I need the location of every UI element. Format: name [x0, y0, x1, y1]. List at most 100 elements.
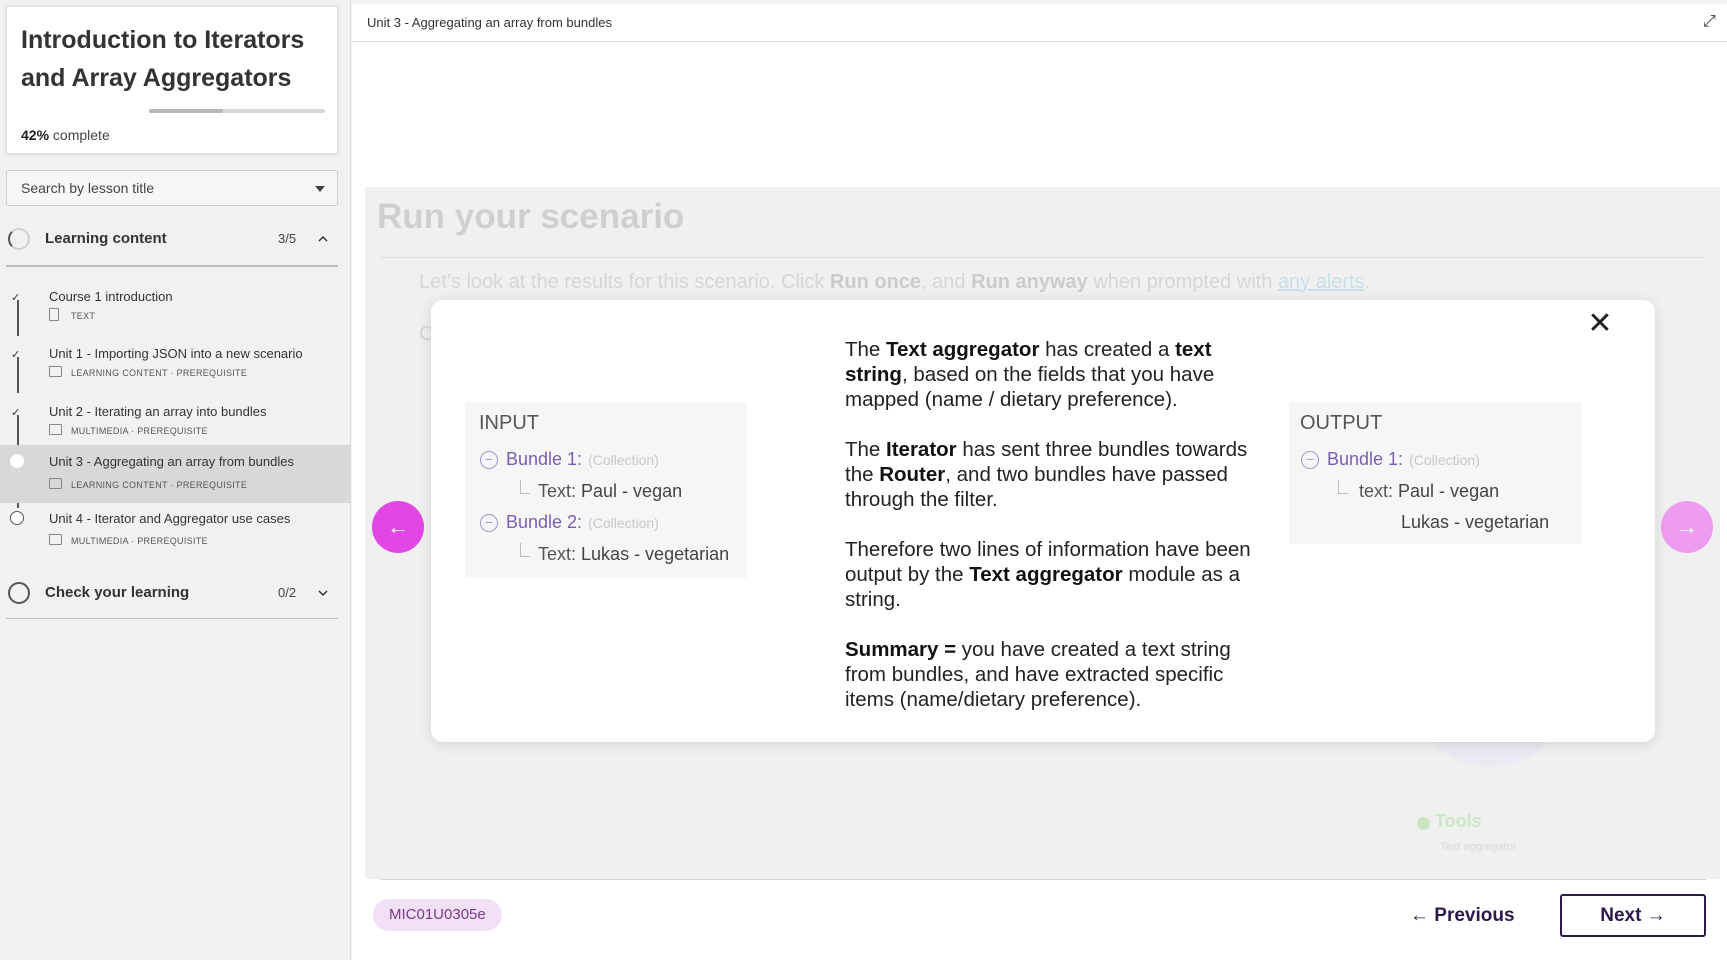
check-icon: ✓ — [11, 407, 21, 419]
lesson-search-placeholder: Search by lesson title — [21, 180, 155, 196]
collection-tag: (Collection) — [588, 515, 659, 531]
output-panel: OUTPUT − Bundle 1: (Collection) text: Paul… — [1289, 402, 1581, 544]
explanation-paragraph-1: The Text aggregator has created a text s… — [845, 337, 1255, 412]
lesson-item-unit-2[interactable]: ✓ Unit 2 - Iterating an array into bundl… — [0, 392, 351, 448]
tools-status-icon — [1417, 817, 1430, 830]
check-icon: ✓ — [11, 349, 21, 361]
lesson-topbar: Unit 3 - Aggregating an array from bundl… — [352, 4, 1727, 42]
arrow-left-icon: ← — [387, 514, 409, 539]
field-value: Paul - vegan — [1398, 481, 1500, 501]
input-bundle-2-text: Text: Lukas - vegetarian — [538, 544, 729, 565]
lesson-item-unit-1[interactable]: ✓ Unit 1 - Importing JSON into a new sce… — [0, 334, 351, 390]
instruction-part: . — [1364, 271, 1371, 293]
instruction-part: Let’s look at the results for this scena… — [419, 271, 830, 293]
lesson-meta: LEARNING CONTENT · PREREQUISITE — [71, 368, 248, 378]
field-value: Paul - vegan — [581, 481, 683, 501]
next-button[interactable]: Next → — [1560, 894, 1706, 937]
text-run-bold: Text aggregator — [969, 563, 1123, 586]
tools-label: Tools — [1435, 811, 1482, 831]
field-value: Lukas - vegetarian — [1401, 512, 1550, 532]
lesson-meta: LEARNING CONTENT · PREREQUISITE — [71, 480, 248, 490]
lesson-item-unit-3[interactable]: Unit 3 - Aggregating an array from bundl… — [0, 445, 351, 503]
multimedia-icon — [49, 424, 62, 435]
run-anyway-text: Run anyway — [971, 271, 1088, 293]
section-learning-content[interactable]: Learning content 3/5 — [6, 217, 338, 261]
previous-label: Previous — [1434, 905, 1515, 926]
text-run-bold: Summary = — [845, 638, 957, 661]
progress-ring-icon — [8, 228, 30, 250]
tree-branch — [1338, 480, 1348, 494]
text-run-bold: Iterator — [886, 438, 957, 461]
text-run-bold: Text aggregator — [886, 338, 1040, 361]
lesson-item-unit-4[interactable]: Unit 4 - Iterator and Aggregator use cas… — [0, 505, 351, 561]
input-bundle-2: − Bundle 2: (Collection) — [480, 512, 659, 533]
field-key: Text: — [538, 481, 577, 501]
text-run: The — [845, 438, 887, 461]
arrow-right-icon: → — [1676, 514, 1698, 539]
output-bundle-1-text: text: Paul - vegan — [1359, 481, 1499, 502]
output-bundle-1: − Bundle 1: (Collection) — [1301, 449, 1480, 470]
lesson-code-badge: MIC01U0305e — [373, 899, 502, 931]
collapse-icon: − — [1301, 451, 1319, 469]
bundle-label: Bundle 1: — [506, 449, 583, 469]
collection-tag: (Collection) — [588, 452, 659, 468]
explanation-paragraph-2: The Iterator has sent three bundles towa… — [845, 437, 1255, 512]
document-icon — [49, 308, 59, 321]
text-run: has created a — [1039, 338, 1176, 361]
explanation-paragraph-3: Therefore two lines of information have … — [845, 537, 1255, 612]
section-divider — [6, 618, 338, 619]
input-panel: INPUT − Bundle 1: (Collection) Text: Paul … — [465, 402, 747, 578]
section-count: 0/2 — [278, 585, 297, 600]
sidebar: Introduction to Iterators and Array Aggr… — [0, 0, 351, 960]
heading-divider — [379, 257, 1704, 258]
previous-button[interactable]: ← Previous — [1410, 900, 1550, 932]
progress-bar — [149, 109, 325, 113]
section-count: 3/5 — [278, 231, 297, 246]
any-alerts-link[interactable]: any alerts — [1278, 271, 1365, 293]
course-card: Introduction to Iterators and Array Aggr… — [6, 6, 338, 154]
progress-percent: 42% — [21, 127, 50, 143]
explanation-paragraph-4: Summary = you have created a text string… — [845, 637, 1255, 712]
incomplete-circle-icon — [10, 511, 24, 525]
arrow-left-icon: ← — [1410, 905, 1429, 926]
carousel-next-button[interactable]: → — [1661, 501, 1713, 553]
carousel-previous-button[interactable]: ← — [372, 501, 424, 553]
next-label: Next — [1600, 905, 1642, 926]
field-value: Lukas - vegetarian — [581, 544, 730, 564]
section-check-your-learning[interactable]: Check your learning 0/2 — [6, 571, 338, 615]
section-label: Check your learning — [45, 584, 190, 601]
bundle-label: Bundle 2: — [506, 512, 583, 532]
progress-suffix: complete — [52, 127, 110, 143]
lesson-title: Unit 1 - Importing JSON into a new scena… — [49, 346, 303, 361]
current-lesson-dot-icon — [10, 454, 24, 468]
chevron-down-icon — [318, 590, 328, 597]
collection-tag: (Collection) — [1409, 452, 1480, 468]
lesson-item-course-1-introduction[interactable]: ✓ Course 1 introduction TEXT — [0, 277, 351, 333]
lesson-title: Unit 4 - Iterator and Aggregator use cas… — [49, 511, 291, 526]
lesson-meta: TEXT — [71, 311, 96, 321]
breadcrumb: Unit 3 - Aggregating an array from bundl… — [367, 15, 612, 30]
progress-ring-icon — [8, 582, 30, 604]
input-bundle-1-text: Text: Paul - vegan — [538, 481, 682, 502]
lesson-search-select[interactable]: Search by lesson title — [6, 170, 338, 206]
collapse-icon: − — [480, 451, 498, 469]
section-label: Learning content — [45, 230, 167, 247]
check-icon: ✓ — [11, 292, 21, 304]
close-icon[interactable]: ✕ — [1585, 309, 1615, 340]
expand-icon[interactable]: ⤢ — [1703, 14, 1719, 30]
explanation-text: The Text aggregator has created a text s… — [845, 337, 1255, 737]
collapse-icon: − — [480, 514, 498, 532]
instruction-part: , and — [921, 271, 972, 293]
lesson-meta: MULTIMEDIA · PREREQUISITE — [71, 426, 208, 436]
text-run: The — [845, 338, 887, 361]
lesson-title: Course 1 introduction — [49, 289, 173, 304]
tools-sublabel: Text aggregator — [1440, 841, 1517, 853]
input-bundle-1: − Bundle 1: (Collection) — [480, 449, 659, 470]
lesson-meta: MULTIMEDIA · PREREQUISITE — [71, 536, 208, 546]
course-title: Introduction to Iterators and Array Aggr… — [21, 26, 305, 92]
instruction-part: when prompted with — [1087, 271, 1278, 293]
progress-bar-fill — [149, 109, 223, 113]
lesson-title: Unit 2 - Iterating an array into bundles — [49, 404, 267, 419]
section-divider — [6, 265, 338, 267]
bundle-label: Bundle 1: — [1327, 449, 1404, 469]
